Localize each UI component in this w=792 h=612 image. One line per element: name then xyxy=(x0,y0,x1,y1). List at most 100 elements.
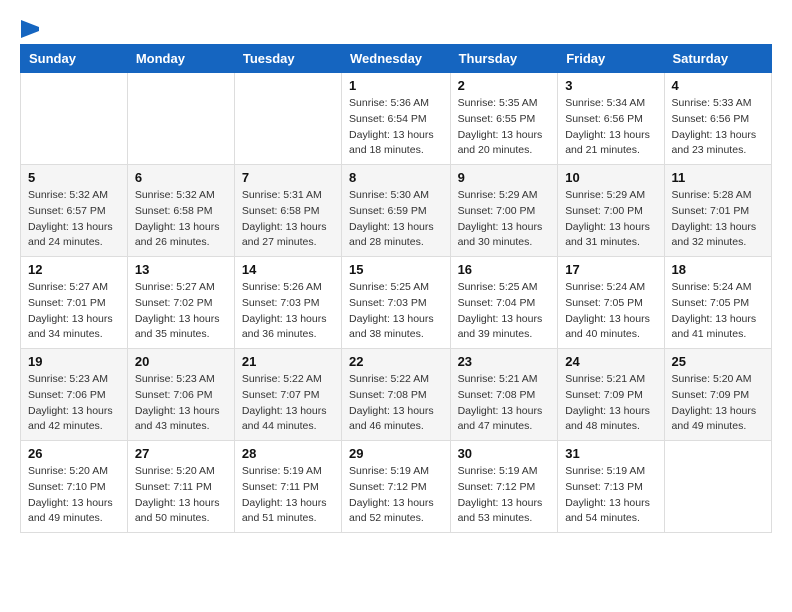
day-info: Sunrise: 5:24 AM Sunset: 7:05 PM Dayligh… xyxy=(565,280,656,343)
day-info: Sunrise: 5:29 AM Sunset: 7:00 PM Dayligh… xyxy=(565,188,656,251)
calendar-cell: 3Sunrise: 5:34 AM Sunset: 6:56 PM Daylig… xyxy=(558,73,664,165)
calendar-cell: 30 Sunrise: 5:19 AM Sunset: 7:12 PM Dayli… xyxy=(450,441,558,533)
day-number: 28 xyxy=(242,446,334,461)
day-info: Sunrise: 5:20 AM Sunset: 7:09 PM Dayligh… xyxy=(672,372,764,435)
calendar-cell: 26 Sunrise: 5:20 AM Sunset: 7:10 PM Dayli… xyxy=(21,441,128,533)
calendar-cell: 5 Sunrise: 5:32 AM Sunset: 6:57 PM Daylig… xyxy=(21,165,128,257)
page-header xyxy=(20,20,772,34)
day-info: Sunrise: 5:25 AM Sunset: 7:03 PM Dayligh… xyxy=(349,280,443,343)
calendar-cell: 16Sunrise: 5:25 AM Sunset: 7:04 PM Dayli… xyxy=(450,257,558,349)
calendar-cell: 2Sunrise: 5:35 AM Sunset: 6:55 PM Daylig… xyxy=(450,73,558,165)
day-number: 9 xyxy=(458,170,551,185)
logo-icon xyxy=(21,20,39,38)
calendar-cell: 12 Sunrise: 5:27 AM Sunset: 7:01 PM Dayli… xyxy=(21,257,128,349)
calendar-cell: 9 Sunrise: 5:29 AM Sunset: 7:00 PM Daylig… xyxy=(450,165,558,257)
calendar-cell: 18 Sunrise: 5:24 AM Sunset: 7:05 PM Dayli… xyxy=(664,257,771,349)
calendar-cell: 8Sunrise: 5:30 AM Sunset: 6:59 PM Daylig… xyxy=(342,165,451,257)
day-number: 23 xyxy=(458,354,551,369)
day-number: 7 xyxy=(242,170,334,185)
day-info: Sunrise: 5:26 AM Sunset: 7:03 PM Dayligh… xyxy=(242,280,334,343)
calendar-week-1: 1 Sunrise: 5:36 AM Sunset: 6:54 PM Daylig… xyxy=(21,73,772,165)
day-number: 15 xyxy=(349,262,443,277)
calendar-week-3: 12 Sunrise: 5:27 AM Sunset: 7:01 PM Dayli… xyxy=(21,257,772,349)
day-number: 13 xyxy=(135,262,227,277)
calendar-header-thursday: Thursday xyxy=(450,45,558,73)
day-info: Sunrise: 5:36 AM Sunset: 6:54 PM Dayligh… xyxy=(349,96,443,159)
day-number: 17 xyxy=(565,262,656,277)
calendar-header-saturday: Saturday xyxy=(664,45,771,73)
day-info: Sunrise: 5:30 AM Sunset: 6:59 PM Dayligh… xyxy=(349,188,443,251)
calendar-cell: 17 Sunrise: 5:24 AM Sunset: 7:05 PM Dayli… xyxy=(558,257,664,349)
calendar-cell: 11 Sunrise: 5:28 AM Sunset: 7:01 PM Dayli… xyxy=(664,165,771,257)
day-number: 21 xyxy=(242,354,334,369)
calendar-week-2: 5 Sunrise: 5:32 AM Sunset: 6:57 PM Daylig… xyxy=(21,165,772,257)
calendar-header-tuesday: Tuesday xyxy=(234,45,341,73)
day-number: 31 xyxy=(565,446,656,461)
calendar-cell: 4Sunrise: 5:33 AM Sunset: 6:56 PM Daylig… xyxy=(664,73,771,165)
day-number: 2 xyxy=(458,78,551,93)
day-info: Sunrise: 5:24 AM Sunset: 7:05 PM Dayligh… xyxy=(672,280,764,343)
day-number: 18 xyxy=(672,262,764,277)
day-number: 11 xyxy=(672,170,764,185)
day-info: Sunrise: 5:29 AM Sunset: 7:00 PM Dayligh… xyxy=(458,188,551,251)
calendar-header-wednesday: Wednesday xyxy=(342,45,451,73)
calendar-cell: 19Sunrise: 5:23 AM Sunset: 7:06 PM Dayli… xyxy=(21,349,128,441)
day-info: Sunrise: 5:28 AM Sunset: 7:01 PM Dayligh… xyxy=(672,188,764,251)
day-info: Sunrise: 5:22 AM Sunset: 7:08 PM Dayligh… xyxy=(349,372,443,435)
calendar-cell: 22 Sunrise: 5:22 AM Sunset: 7:08 PM Dayli… xyxy=(342,349,451,441)
calendar-cell: 25 Sunrise: 5:20 AM Sunset: 7:09 PM Dayli… xyxy=(664,349,771,441)
day-number: 22 xyxy=(349,354,443,369)
calendar-cell: 23 Sunrise: 5:21 AM Sunset: 7:08 PM Dayli… xyxy=(450,349,558,441)
calendar-cell: 21 Sunrise: 5:22 AM Sunset: 7:07 PM Dayli… xyxy=(234,349,341,441)
day-number: 12 xyxy=(28,262,120,277)
day-number: 26 xyxy=(28,446,120,461)
day-info: Sunrise: 5:21 AM Sunset: 7:08 PM Dayligh… xyxy=(458,372,551,435)
calendar-cell: 28Sunrise: 5:19 AM Sunset: 7:11 PM Dayli… xyxy=(234,441,341,533)
calendar-cell: 10 Sunrise: 5:29 AM Sunset: 7:00 PM Dayli… xyxy=(558,165,664,257)
day-info: Sunrise: 5:27 AM Sunset: 7:02 PM Dayligh… xyxy=(135,280,227,343)
day-number: 16 xyxy=(458,262,551,277)
day-number: 29 xyxy=(349,446,443,461)
calendar-body: 1 Sunrise: 5:36 AM Sunset: 6:54 PM Daylig… xyxy=(21,73,772,533)
day-info: Sunrise: 5:32 AM Sunset: 6:57 PM Dayligh… xyxy=(28,188,120,251)
calendar-header-sunday: Sunday xyxy=(21,45,128,73)
day-info: Sunrise: 5:31 AM Sunset: 6:58 PM Dayligh… xyxy=(242,188,334,251)
calendar-cell xyxy=(234,73,341,165)
day-info: Sunrise: 5:23 AM Sunset: 7:06 PM Dayligh… xyxy=(135,372,227,435)
calendar-header-friday: Friday xyxy=(558,45,664,73)
day-number: 3 xyxy=(565,78,656,93)
day-number: 30 xyxy=(458,446,551,461)
day-number: 27 xyxy=(135,446,227,461)
calendar-cell: 14 Sunrise: 5:26 AM Sunset: 7:03 PM Dayli… xyxy=(234,257,341,349)
calendar-cell: 1 Sunrise: 5:36 AM Sunset: 6:54 PM Daylig… xyxy=(342,73,451,165)
calendar-cell: 6Sunrise: 5:32 AM Sunset: 6:58 PM Daylig… xyxy=(127,165,234,257)
calendar-week-4: 19 Sunrise: 5:23 AM Sunset: 7:06 PM Dayli… xyxy=(21,349,772,441)
calendar-cell: 13 Sunrise: 5:27 AM Sunset: 7:02 PM Dayli… xyxy=(127,257,234,349)
day-number: 14 xyxy=(242,262,334,277)
day-info: Sunrise: 5:20 AM Sunset: 7:10 PM Dayligh… xyxy=(28,464,120,527)
day-number: 24 xyxy=(565,354,656,369)
calendar-cell: 29 Sunrise: 5:19 AM Sunset: 7:12 PM Dayli… xyxy=(342,441,451,533)
day-info: Sunrise: 5:21 AM Sunset: 7:09 PM Dayligh… xyxy=(565,372,656,435)
calendar-header-row: SundayMondayTuesdayWednesdayThursdayFrid… xyxy=(21,45,772,73)
logo xyxy=(20,20,40,34)
day-number: 4 xyxy=(672,78,764,93)
day-number: 1 xyxy=(349,78,443,93)
day-number: 10 xyxy=(565,170,656,185)
day-number: 6 xyxy=(135,170,227,185)
day-info: Sunrise: 5:22 AM Sunset: 7:07 PM Dayligh… xyxy=(242,372,334,435)
calendar-header-monday: Monday xyxy=(127,45,234,73)
day-info: Sunrise: 5:19 AM Sunset: 7:12 PM Dayligh… xyxy=(458,464,551,527)
day-info: Sunrise: 5:19 AM Sunset: 7:13 PM Dayligh… xyxy=(565,464,656,527)
day-number: 5 xyxy=(28,170,120,185)
calendar-cell: 20 Sunrise: 5:23 AM Sunset: 7:06 PM Dayli… xyxy=(127,349,234,441)
day-number: 25 xyxy=(672,354,764,369)
day-number: 20 xyxy=(135,354,227,369)
day-info: Sunrise: 5:27 AM Sunset: 7:01 PM Dayligh… xyxy=(28,280,120,343)
calendar-week-5: 26 Sunrise: 5:20 AM Sunset: 7:10 PM Dayli… xyxy=(21,441,772,533)
calendar-cell: 7 Sunrise: 5:31 AM Sunset: 6:58 PM Daylig… xyxy=(234,165,341,257)
calendar-cell xyxy=(21,73,128,165)
day-info: Sunrise: 5:19 AM Sunset: 7:12 PM Dayligh… xyxy=(349,464,443,527)
calendar-cell: 15 Sunrise: 5:25 AM Sunset: 7:03 PM Dayli… xyxy=(342,257,451,349)
day-number: 19 xyxy=(28,354,120,369)
